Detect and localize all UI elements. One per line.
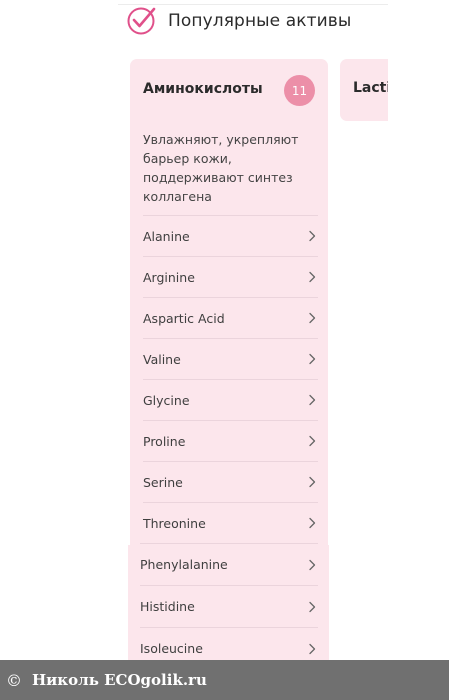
watermark-text: Николь ECOgolik.ru: [32, 671, 207, 689]
chevron-right-icon: [309, 394, 316, 406]
list-item-label: Valine: [143, 351, 181, 367]
list-item-label: Alanine: [143, 228, 190, 244]
category-card-next[interactable]: Lacti: [340, 59, 388, 121]
chevron-right-icon: [309, 517, 316, 529]
list-item-aspartic-acid[interactable]: Aspartic Acid: [143, 297, 318, 338]
count-badge-value: 11: [291, 83, 308, 98]
chevron-right-icon: [309, 312, 316, 324]
checkmark-circle-icon: [127, 7, 156, 35]
list-item-label: Proline: [143, 433, 186, 449]
list-item-alanine[interactable]: Alanine: [143, 215, 318, 256]
list-item-label: Arginine: [143, 269, 195, 285]
chevron-right-icon: [309, 230, 316, 242]
list-item-label: Phenylalanine: [140, 557, 228, 572]
watermark-bar: © Николь ECOgolik.ru: [0, 660, 449, 700]
chevron-right-icon: [309, 559, 316, 570]
list-item-valine[interactable]: Valine: [143, 338, 318, 379]
chevron-right-icon: [309, 643, 316, 654]
count-badge: 11: [284, 75, 315, 106]
chevron-right-icon: [309, 435, 316, 447]
list-item-histidine[interactable]: Histidine: [140, 585, 318, 627]
top-divider: [118, 4, 388, 5]
chevron-right-icon: [309, 601, 316, 612]
chevron-right-icon: [309, 476, 316, 488]
page: Популярные активы Lacti Аминокислоты 11 …: [0, 0, 449, 700]
list-item-arginine[interactable]: Arginine: [143, 256, 318, 297]
section-header: Популярные активы: [126, 6, 351, 36]
list-item-label: Aspartic Acid: [143, 310, 225, 326]
list-item-label: Threonine: [143, 515, 206, 531]
next-category-title: Lacti: [353, 80, 388, 96]
list-item-proline[interactable]: Proline: [143, 420, 318, 461]
list-item-phenylalanine[interactable]: Phenylalanine: [140, 543, 318, 585]
list-item-label: Serine: [143, 474, 183, 490]
list-item-label: Histidine: [140, 599, 195, 614]
list-item-threonine[interactable]: Threonine: [143, 502, 318, 543]
section-title: Популярные активы: [168, 11, 352, 31]
chevron-right-icon: [309, 353, 316, 365]
copyright-icon: ©: [6, 670, 22, 690]
category-description: Увлажняют, укрепляют барьер кожи, поддер…: [143, 132, 299, 204]
list-item-glycine[interactable]: Glycine: [143, 379, 318, 420]
list-item-serine[interactable]: Serine: [143, 461, 318, 502]
list-item-label: Isoleucine: [140, 641, 203, 656]
category-title: Аминокислоты: [143, 81, 263, 97]
chevron-right-icon: [309, 271, 316, 283]
list-item-label: Glycine: [143, 392, 190, 408]
